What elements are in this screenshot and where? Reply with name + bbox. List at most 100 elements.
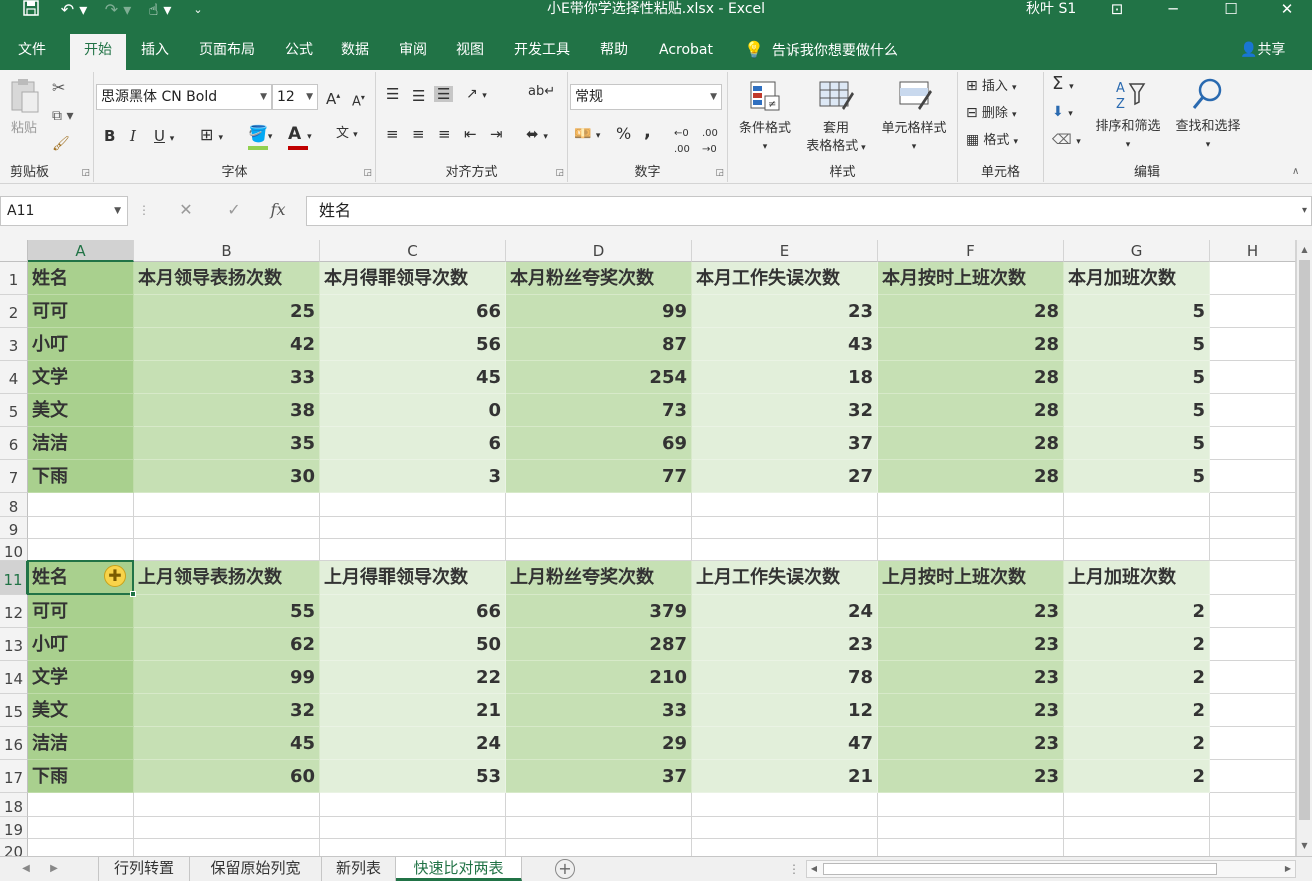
fill-color-icon[interactable]: 🪣▾ (248, 126, 272, 150)
row-header-10[interactable]: 10 (0, 539, 28, 561)
select-all-corner[interactable] (0, 240, 28, 262)
table1-value-cell[interactable]: 18 (692, 361, 878, 394)
empty-cell[interactable] (320, 493, 506, 517)
sheet-tab-keep-width[interactable]: 保留原始列宽 (190, 857, 322, 881)
empty-cell[interactable] (506, 817, 692, 839)
row-header-12[interactable]: 12 (0, 595, 28, 628)
empty-cell[interactable] (1210, 460, 1296, 493)
insert-function-button[interactable]: fx (258, 196, 298, 226)
align-left-icon[interactable]: ≡ (386, 126, 399, 142)
minimize-icon[interactable]: ─ (1150, 0, 1196, 20)
table1-value-cell[interactable]: 27 (692, 460, 878, 493)
table2-name-cell[interactable]: 美文 (28, 694, 134, 727)
empty-cell[interactable] (878, 817, 1064, 839)
name-box[interactable]: A11 ▼ (0, 196, 128, 226)
table2-value-cell[interactable]: 287 (506, 628, 692, 661)
underline-button[interactable]: U ▾ (154, 128, 174, 147)
table1-value-cell[interactable]: 5 (1064, 361, 1210, 394)
row-header-8[interactable]: 8 (0, 493, 28, 517)
empty-cell[interactable] (1064, 817, 1210, 839)
table2-value-cell[interactable]: 21 (320, 694, 506, 727)
clear-icon[interactable]: ⌫ ▾ (1052, 132, 1081, 150)
empty-cell[interactable] (1210, 361, 1296, 394)
empty-cell[interactable] (1064, 793, 1210, 817)
format-as-table-button[interactable]: 套用 表格格式 ▾ (798, 78, 874, 157)
table1-header-cell[interactable]: 本月工作失误次数 (692, 262, 878, 295)
table1-value-cell[interactable]: 5 (1064, 295, 1210, 328)
cut-icon[interactable]: ✂ (52, 80, 65, 96)
empty-cell[interactable] (1210, 394, 1296, 427)
empty-cell[interactable] (320, 817, 506, 839)
empty-cell[interactable] (1064, 539, 1210, 561)
table1-value-cell[interactable]: 6 (320, 427, 506, 460)
row-header-18[interactable]: 18 (0, 793, 28, 817)
table2-value-cell[interactable]: 23 (878, 727, 1064, 760)
table2-value-cell[interactable]: 45 (134, 727, 320, 760)
table1-value-cell[interactable]: 3 (320, 460, 506, 493)
tab-formulas[interactable]: 公式 (276, 34, 322, 70)
table2-value-cell[interactable]: 50 (320, 628, 506, 661)
horizontal-scrollbar[interactable]: ◀ ▶ (806, 860, 1296, 878)
empty-cell[interactable] (1210, 694, 1296, 727)
empty-cell[interactable] (320, 539, 506, 561)
decrease-decimal-icon[interactable]: .00 →0 (702, 126, 718, 158)
tab-split-grip-icon[interactable]: ⋮ (784, 857, 804, 881)
align-center-icon[interactable]: ≡ (412, 126, 425, 142)
table1-value-cell[interactable]: 69 (506, 427, 692, 460)
autosum-icon[interactable]: Σ ▾ (1052, 75, 1074, 95)
font-size-select[interactable]: 12 ▼ (272, 84, 318, 110)
italic-button[interactable]: I (130, 128, 136, 144)
empty-cell[interactable] (1210, 295, 1296, 328)
row-header-7[interactable]: 7 (0, 460, 28, 493)
tab-developer[interactable]: 开发工具 (504, 34, 580, 70)
table2-value-cell[interactable]: 62 (134, 628, 320, 661)
empty-cell[interactable] (878, 517, 1064, 539)
vertical-scroll-thumb[interactable] (1299, 260, 1310, 820)
table2-value-cell[interactable]: 379 (506, 595, 692, 628)
increase-indent-icon[interactable]: ⇥ (490, 126, 503, 142)
currency-icon[interactable]: 💴 ▾ (574, 126, 600, 144)
empty-cell[interactable] (1210, 839, 1296, 856)
table1-name-cell[interactable]: 可可 (28, 295, 134, 328)
row-header-5[interactable]: 5 (0, 394, 28, 427)
table2-name-cell[interactable]: 小叮 (28, 628, 134, 661)
empty-cell[interactable] (134, 793, 320, 817)
row-header-3[interactable]: 3 (0, 328, 28, 361)
bold-button[interactable]: B (104, 128, 115, 144)
worksheet-grid[interactable]: A B C D E F G H 1 2 3 4 5 6 7 8 9 10 11 12 13 14 15 16 17 18 19 20 姓… (0, 240, 1296, 856)
column-header-e[interactable]: E (692, 240, 878, 262)
empty-cell[interactable] (28, 493, 134, 517)
row-header-19[interactable]: 19 (0, 817, 28, 839)
cell-styles-button[interactable]: 单元格样式 ▾ (874, 78, 954, 156)
empty-cell[interactable] (320, 793, 506, 817)
table2-value-cell[interactable]: 23 (878, 595, 1064, 628)
format-cells-button[interactable]: ▦ 格式 ▾ (966, 132, 1018, 150)
column-header-d[interactable]: D (506, 240, 692, 262)
table2-value-cell[interactable]: 33 (506, 694, 692, 727)
table1-name-cell[interactable]: 美文 (28, 394, 134, 427)
table2-name-cell[interactable]: 下雨 (28, 760, 134, 793)
table1-value-cell[interactable]: 23 (692, 295, 878, 328)
empty-cell[interactable] (878, 493, 1064, 517)
sheet-tab-transpose[interactable]: 行列转置 (98, 857, 190, 881)
touch-mode-icon[interactable]: ☝ ▾ (142, 0, 178, 20)
empty-cell[interactable] (1064, 517, 1210, 539)
fill-handle[interactable] (130, 591, 136, 597)
ribbon-display-icon[interactable]: ⊡ (1094, 0, 1140, 20)
clipboard-launcher-icon[interactable]: ◲ (81, 168, 90, 178)
table2-value-cell[interactable]: 60 (134, 760, 320, 793)
phonetic-icon[interactable]: 文 ▾ (336, 126, 358, 143)
table2-header-cell[interactable]: 上月粉丝夸奖次数 (506, 561, 692, 595)
orientation-icon[interactable]: ↗ ▾ (466, 86, 487, 104)
font-color-icon[interactable]: A ▾ (288, 126, 312, 150)
table1-value-cell[interactable]: 32 (692, 394, 878, 427)
column-header-c[interactable]: C (320, 240, 506, 262)
scroll-left-icon[interactable]: ◀ (807, 861, 821, 877)
table2-header-cell[interactable]: 上月领导表扬次数 (134, 561, 320, 595)
number-format-select[interactable]: 常规 ▼ (570, 84, 722, 110)
table1-value-cell[interactable]: 33 (134, 361, 320, 394)
empty-cell[interactable] (692, 817, 878, 839)
table2-value-cell[interactable]: 2 (1064, 595, 1210, 628)
horizontal-scroll-thumb[interactable] (823, 863, 1217, 875)
number-launcher-icon[interactable]: ◲ (715, 168, 724, 178)
